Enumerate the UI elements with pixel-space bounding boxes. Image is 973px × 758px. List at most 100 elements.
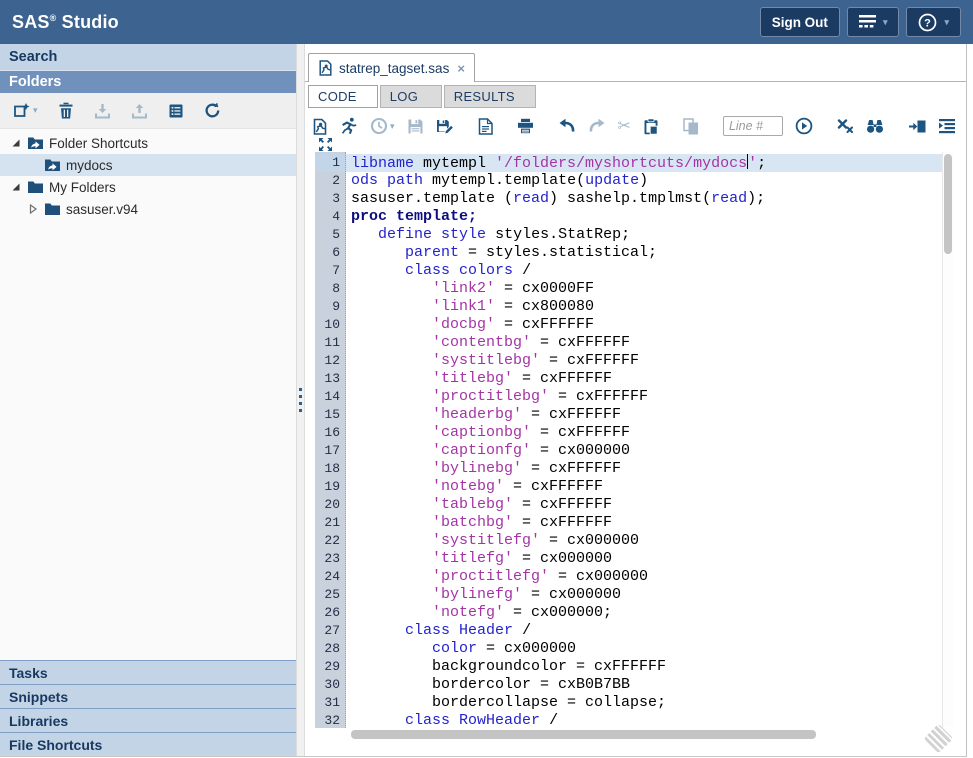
code-line-24[interactable]: 'proctitlefg' = cx000000 [346, 568, 942, 586]
code-line-25[interactable]: 'bylinefg' = cx000000 [346, 586, 942, 604]
print-preview-button[interactable] [478, 118, 493, 135]
code-line-3[interactable]: sasuser.template (read) sashelp.tmplmst(… [346, 190, 942, 208]
code-line-10[interactable]: 'docbg' = cxFFFFFF [346, 316, 942, 334]
close-tab-icon[interactable]: × [457, 61, 465, 76]
code-line-30[interactable]: bordercolor = cxB0B7BB [346, 676, 942, 694]
panel-snippets[interactable]: Snippets [0, 684, 296, 708]
sidebar-splitter[interactable] [296, 44, 305, 756]
panel-libraries[interactable]: Libraries [0, 708, 296, 732]
folder-shortcut-icon [27, 136, 44, 150]
tab-code[interactable]: CODE [308, 85, 378, 108]
redo-button[interactable] [588, 118, 606, 134]
code-line-27[interactable]: class Header / [346, 622, 942, 640]
upload-button[interactable] [131, 103, 148, 119]
code-line-5[interactable]: define style styles.StatRep; [346, 226, 942, 244]
tab-results[interactable]: RESULTS [444, 85, 536, 108]
code-line-16[interactable]: 'captionbg' = cxFFFFFF [346, 424, 942, 442]
code-line-6[interactable]: parent = styles.statistical; [346, 244, 942, 262]
app-options-button[interactable]: ▾ [847, 7, 900, 37]
code-line-13[interactable]: 'titlebg' = cxFFFFFF [346, 370, 942, 388]
code-line-14[interactable]: 'proctitlebg' = cxFFFFFF [346, 388, 942, 406]
search-panel-header[interactable]: Search [0, 44, 296, 71]
goto-line-input[interactable] [723, 116, 783, 136]
save-button[interactable] [407, 118, 424, 135]
tree-item-sasuser-v94[interactable]: sasuser.v94 [0, 198, 296, 220]
code-line-12[interactable]: 'systitlebg' = cxFFFFFF [346, 352, 942, 370]
tree-item-folder-shortcuts[interactable]: Folder Shortcuts [0, 132, 296, 154]
cut-button[interactable]: ✂ [618, 118, 631, 134]
topbar-actions: Sign Out ▾ ?▾ [760, 7, 961, 37]
code-line-17[interactable]: 'captionfg' = cx000000 [346, 442, 942, 460]
line-number: 32 [315, 712, 345, 730]
code-line-7[interactable]: class colors / [346, 262, 942, 280]
code-editor[interactable]: 1234567891011121314151617181920212223242… [315, 152, 953, 741]
twisty-collapsed-icon[interactable] [27, 204, 39, 214]
tree-item-label: My Folders [49, 180, 116, 195]
chevron-down-icon: ▾ [883, 17, 888, 28]
line-number-gutter: 1234567891011121314151617181920212223242… [315, 152, 346, 728]
code-line-9[interactable]: 'link1' = cx800080 [346, 298, 942, 316]
code-line-19[interactable]: 'notebg' = cxFFFFFF [346, 478, 942, 496]
tree-item-my-folders[interactable]: My Folders [0, 176, 296, 198]
line-number: 10 [315, 316, 345, 334]
code-line-4[interactable]: proc template; [346, 208, 942, 226]
find-replace-button[interactable] [866, 118, 884, 134]
help-button[interactable]: ?▾ [906, 7, 961, 37]
paste-button[interactable] [643, 118, 659, 135]
code-line-15[interactable]: 'headerbg' = cxFFFFFF [346, 406, 942, 424]
print-button[interactable] [517, 118, 534, 134]
tree-item-label: Folder Shortcuts [49, 136, 148, 151]
properties-button[interactable] [168, 103, 184, 119]
line-number: 4 [315, 208, 345, 226]
code-line-23[interactable]: 'titlefg' = cx000000 [346, 550, 942, 568]
new-program-button[interactable] [312, 118, 328, 135]
horizontal-scrollbar[interactable] [351, 730, 873, 740]
refresh-button[interactable] [204, 102, 221, 119]
code-line-11[interactable]: 'contentbg' = cxFFFFFF [346, 334, 942, 352]
horizontal-scrollbar-thumb[interactable] [351, 730, 816, 739]
panel-file-shortcuts[interactable]: File Shortcuts [0, 732, 296, 756]
tree-item-mydocs[interactable]: mydocs [0, 154, 296, 176]
twisty-expanded-icon[interactable] [10, 138, 22, 148]
twisty-expanded-icon[interactable] [10, 182, 22, 192]
code-line-28[interactable]: color = cx000000 [346, 640, 942, 658]
clear-code-button[interactable] [837, 118, 854, 134]
undo-button[interactable] [558, 118, 576, 134]
code-line-32[interactable]: class RowHeader / [346, 712, 942, 728]
code-line-2[interactable]: ods path mytempl.template(update) [346, 172, 942, 190]
vertical-scrollbar-thumb[interactable] [944, 154, 952, 254]
code-line-31[interactable]: bordercollapse = collapse; [346, 694, 942, 712]
doc-tab-label: statrep_tagset.sas [339, 61, 449, 76]
download-button[interactable] [94, 103, 111, 119]
top-bar: SAS® Studio Sign Out ▾ ?▾ [0, 0, 973, 44]
submission-history-button[interactable]: ▾ [370, 117, 395, 135]
new-item-button[interactable]: ▾ [13, 102, 38, 120]
run-button[interactable] [340, 117, 358, 135]
code-area[interactable]: libname mytempl '/folders/myshortcuts/my… [346, 152, 942, 728]
code-line-8[interactable]: 'link2' = cx0000FF [346, 280, 942, 298]
code-line-29[interactable]: backgroundcolor = cxFFFFFF [346, 658, 942, 676]
vertical-scrollbar[interactable] [942, 152, 953, 727]
properties-icon [168, 103, 184, 119]
delete-button[interactable] [58, 102, 74, 119]
tab-statrep-tagset-sas[interactable]: statrep_tagset.sas × [308, 53, 475, 82]
code-line-20[interactable]: 'tablebg' = cxFFFFFF [346, 496, 942, 514]
line-number: 23 [315, 550, 345, 568]
folders-panel-header[interactable]: Folders [0, 71, 296, 93]
save-as-button[interactable] [436, 118, 454, 135]
maximize-editor-icon[interactable] [318, 137, 333, 152]
code-line-22[interactable]: 'systitlefg' = cx000000 [346, 532, 942, 550]
work-area: statrep_tagset.sas × CODELOGRESULTS ▾ ✂ 1… [305, 44, 966, 756]
copy-button[interactable] [683, 118, 699, 135]
code-line-21[interactable]: 'batchbg' = cxFFFFFF [346, 514, 942, 532]
tab-log[interactable]: LOG [380, 85, 442, 108]
panel-tasks[interactable]: Tasks [0, 660, 296, 684]
help-icon: ? [918, 13, 937, 32]
jump-to-button[interactable] [908, 119, 926, 134]
code-line-18[interactable]: 'bylinebg' = cxFFFFFF [346, 460, 942, 478]
code-line-1[interactable]: libname mytempl '/folders/myshortcuts/my… [346, 154, 942, 172]
format-code-button[interactable] [938, 118, 956, 134]
goto-line-button[interactable] [795, 117, 813, 135]
sign-out-button[interactable]: Sign Out [760, 7, 840, 37]
code-line-26[interactable]: 'notefg' = cx000000; [346, 604, 942, 622]
